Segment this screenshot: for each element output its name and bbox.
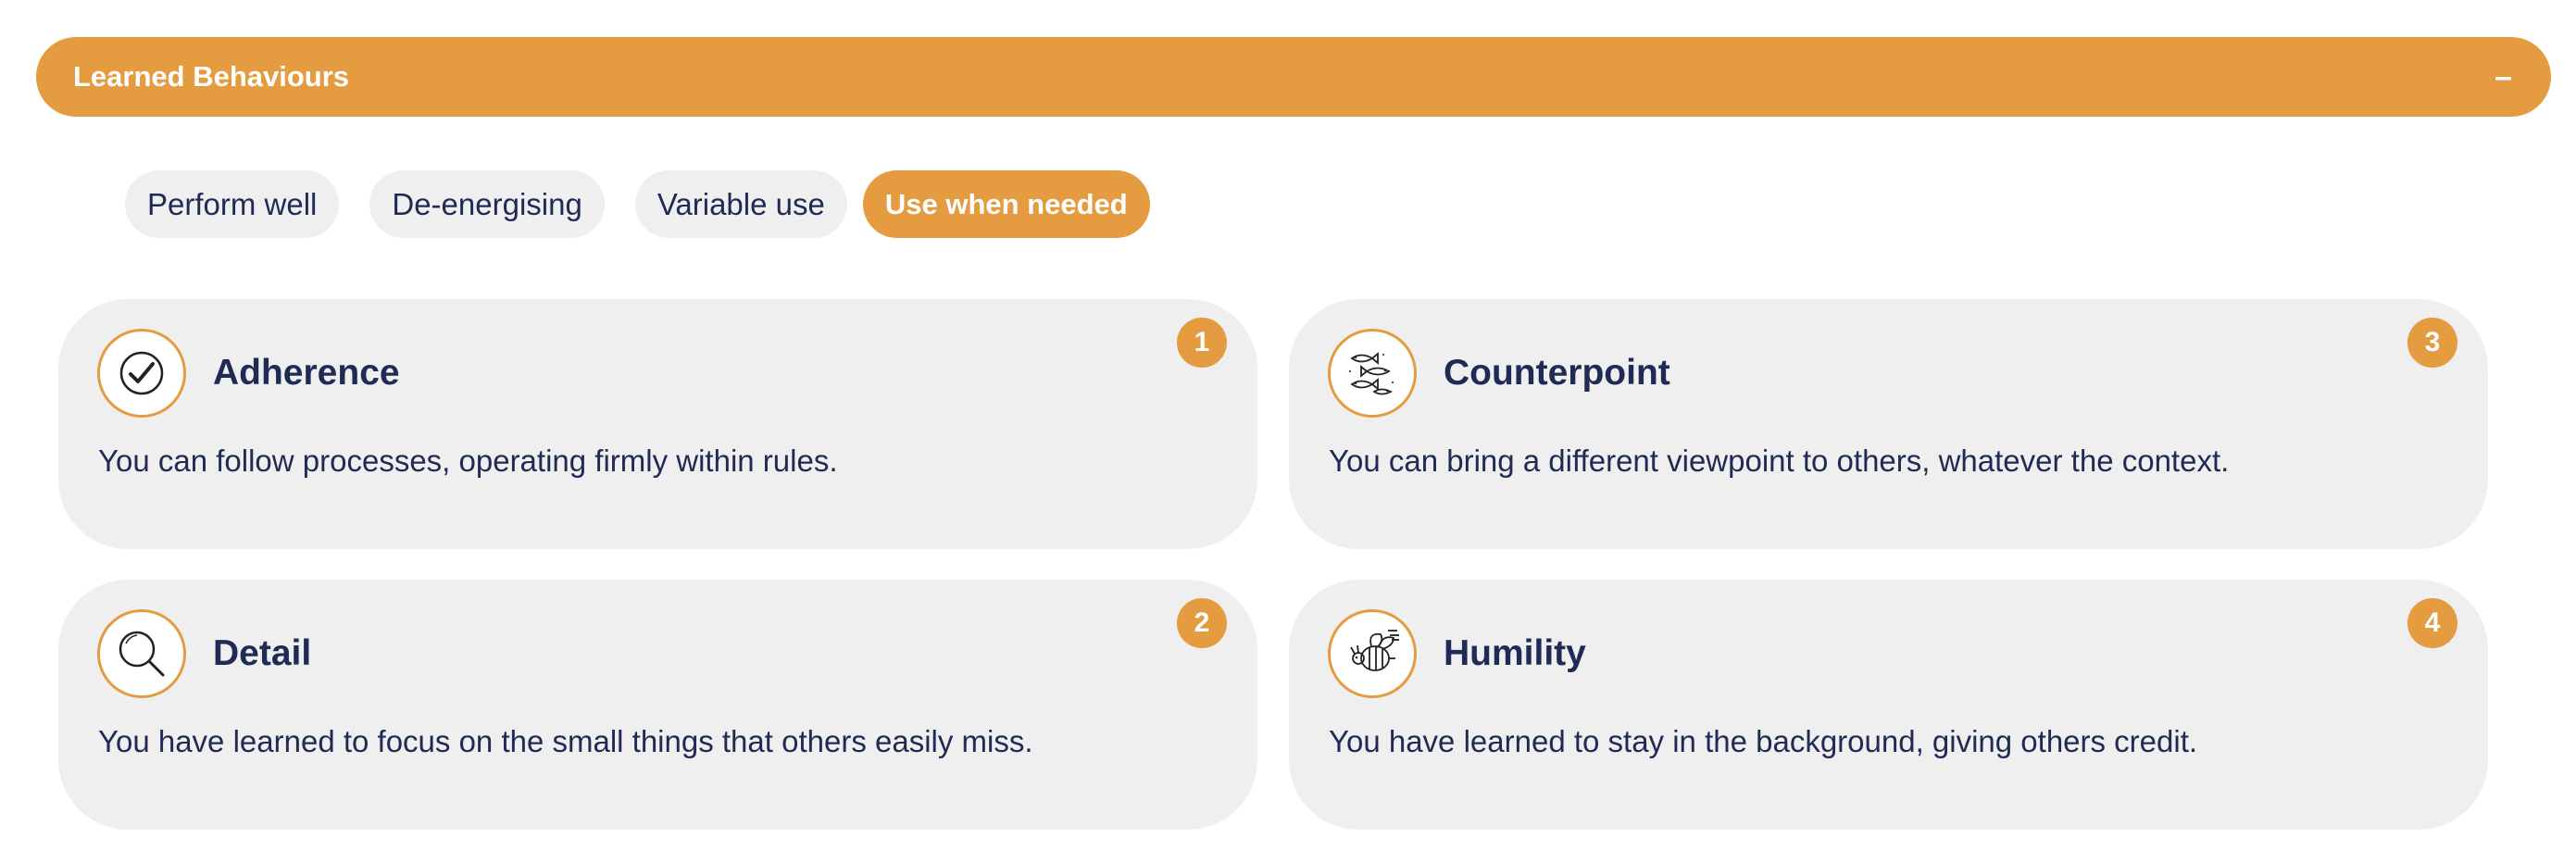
filter-use-when-needed[interactable]: Use when needed xyxy=(862,170,1150,238)
filter-de-energising[interactable]: De-energising xyxy=(369,170,605,238)
section-header[interactable]: Learned Behaviours – xyxy=(36,37,2551,117)
collapse-button[interactable]: – xyxy=(2495,61,2512,93)
bee-icon xyxy=(1328,609,1417,698)
behaviour-card-adherence: Adherence 1 You can follow processes, op… xyxy=(58,299,1257,549)
magnifier-icon xyxy=(97,609,186,698)
behaviour-card-detail: Detail 2 You have learned to focus on th… xyxy=(58,580,1257,830)
card-description: You can bring a different viewpoint to o… xyxy=(1329,444,2230,478)
fish-school-icon xyxy=(1328,329,1417,418)
filter-perform-well[interactable]: Perform well xyxy=(125,170,340,238)
card-title: Counterpoint xyxy=(1444,353,1670,393)
behaviour-card-counterpoint: Counterpoint 3 You can bring a different… xyxy=(1289,299,2488,549)
card-description: You have learned to focus on the small t… xyxy=(98,724,1033,758)
section-title: Learned Behaviours xyxy=(73,60,350,93)
filter-pills: Perform well De-energising Variable use … xyxy=(125,170,1150,238)
rank-badge: 3 xyxy=(2407,318,2457,368)
card-title: Detail xyxy=(213,633,312,673)
rank-badge: 4 xyxy=(2407,598,2457,648)
card-description: You have learned to stay in the backgrou… xyxy=(1329,724,2198,758)
card-title: Humility xyxy=(1444,633,1586,673)
filter-variable-use[interactable]: Variable use xyxy=(634,170,847,238)
card-title: Adherence xyxy=(213,353,400,393)
checkmark-icon xyxy=(97,329,186,418)
rank-badge: 2 xyxy=(1177,598,1227,648)
card-description: You can follow processes, operating firm… xyxy=(98,444,838,478)
behaviour-card-humility: Humility 4 You have learned to stay in t… xyxy=(1289,580,2488,830)
rank-badge: 1 xyxy=(1177,318,1227,368)
